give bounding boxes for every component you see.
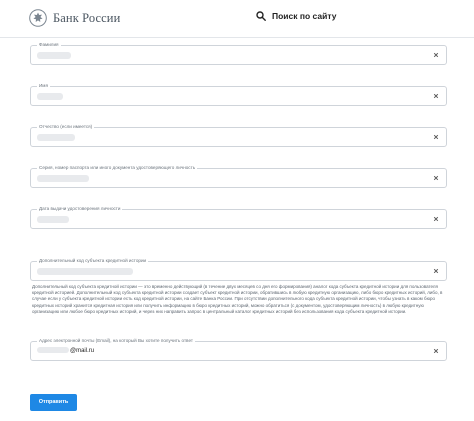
passport-value bbox=[37, 175, 89, 182]
additional-code-value bbox=[37, 268, 133, 275]
email-value: @mail.ru bbox=[37, 347, 94, 356]
last-name-field[interactable]: Фамилия bbox=[30, 41, 447, 65]
clear-icon[interactable] bbox=[432, 267, 440, 275]
email-blur bbox=[37, 347, 69, 354]
bank-logo[interactable]: Банк России bbox=[29, 9, 120, 27]
clear-icon[interactable] bbox=[432, 347, 440, 355]
clear-icon[interactable] bbox=[432, 51, 440, 59]
email-domain: @mail.ru bbox=[70, 348, 95, 354]
patronymic-field[interactable]: Отчество (если имеется) bbox=[30, 123, 447, 147]
clear-icon[interactable] bbox=[432, 133, 440, 141]
emblem-icon bbox=[29, 9, 47, 27]
search-label: Поиск по сайту bbox=[272, 11, 337, 21]
clear-icon[interactable] bbox=[432, 174, 440, 182]
email-field[interactable]: Адрес электронной почты (Email), на кото… bbox=[30, 337, 447, 361]
email-label: Адрес электронной почты (Email), на кото… bbox=[37, 337, 195, 345]
issue-date-value bbox=[37, 216, 69, 223]
passport-label: Серия, номер паспорта или иного документ… bbox=[37, 164, 198, 172]
last-name-value bbox=[37, 52, 71, 59]
site-header: Банк России Поиск по сайту bbox=[0, 0, 474, 38]
first-name-label: Имя bbox=[37, 82, 50, 90]
clear-icon[interactable] bbox=[432, 215, 440, 223]
patronymic-value bbox=[37, 134, 75, 141]
last-name-label: Фамилия bbox=[37, 41, 61, 49]
submit-button[interactable]: Отправить bbox=[30, 394, 77, 411]
patronymic-label: Отчество (если имеется) bbox=[37, 123, 95, 131]
first-name-field[interactable]: Имя bbox=[30, 82, 447, 106]
additional-code-help: Дополнительный код субъекта кредитной ис… bbox=[32, 284, 443, 314]
additional-code-field[interactable]: Дополнительный код субъекта кредитной ис… bbox=[30, 257, 447, 281]
clear-icon[interactable] bbox=[432, 92, 440, 100]
bank-name: Банк России bbox=[53, 10, 121, 25]
additional-code-label: Дополнительный код субъекта кредитной ис… bbox=[37, 257, 149, 265]
issue-date-field[interactable]: Дата выдачи удостоверения личности bbox=[30, 205, 447, 229]
issue-date-label: Дата выдачи удостоверения личности bbox=[37, 205, 123, 213]
site-search[interactable]: Поиск по сайту bbox=[256, 11, 336, 21]
passport-field[interactable]: Серия, номер паспорта или иного документ… bbox=[30, 164, 447, 188]
first-name-value bbox=[37, 93, 63, 100]
search-icon bbox=[256, 11, 266, 21]
